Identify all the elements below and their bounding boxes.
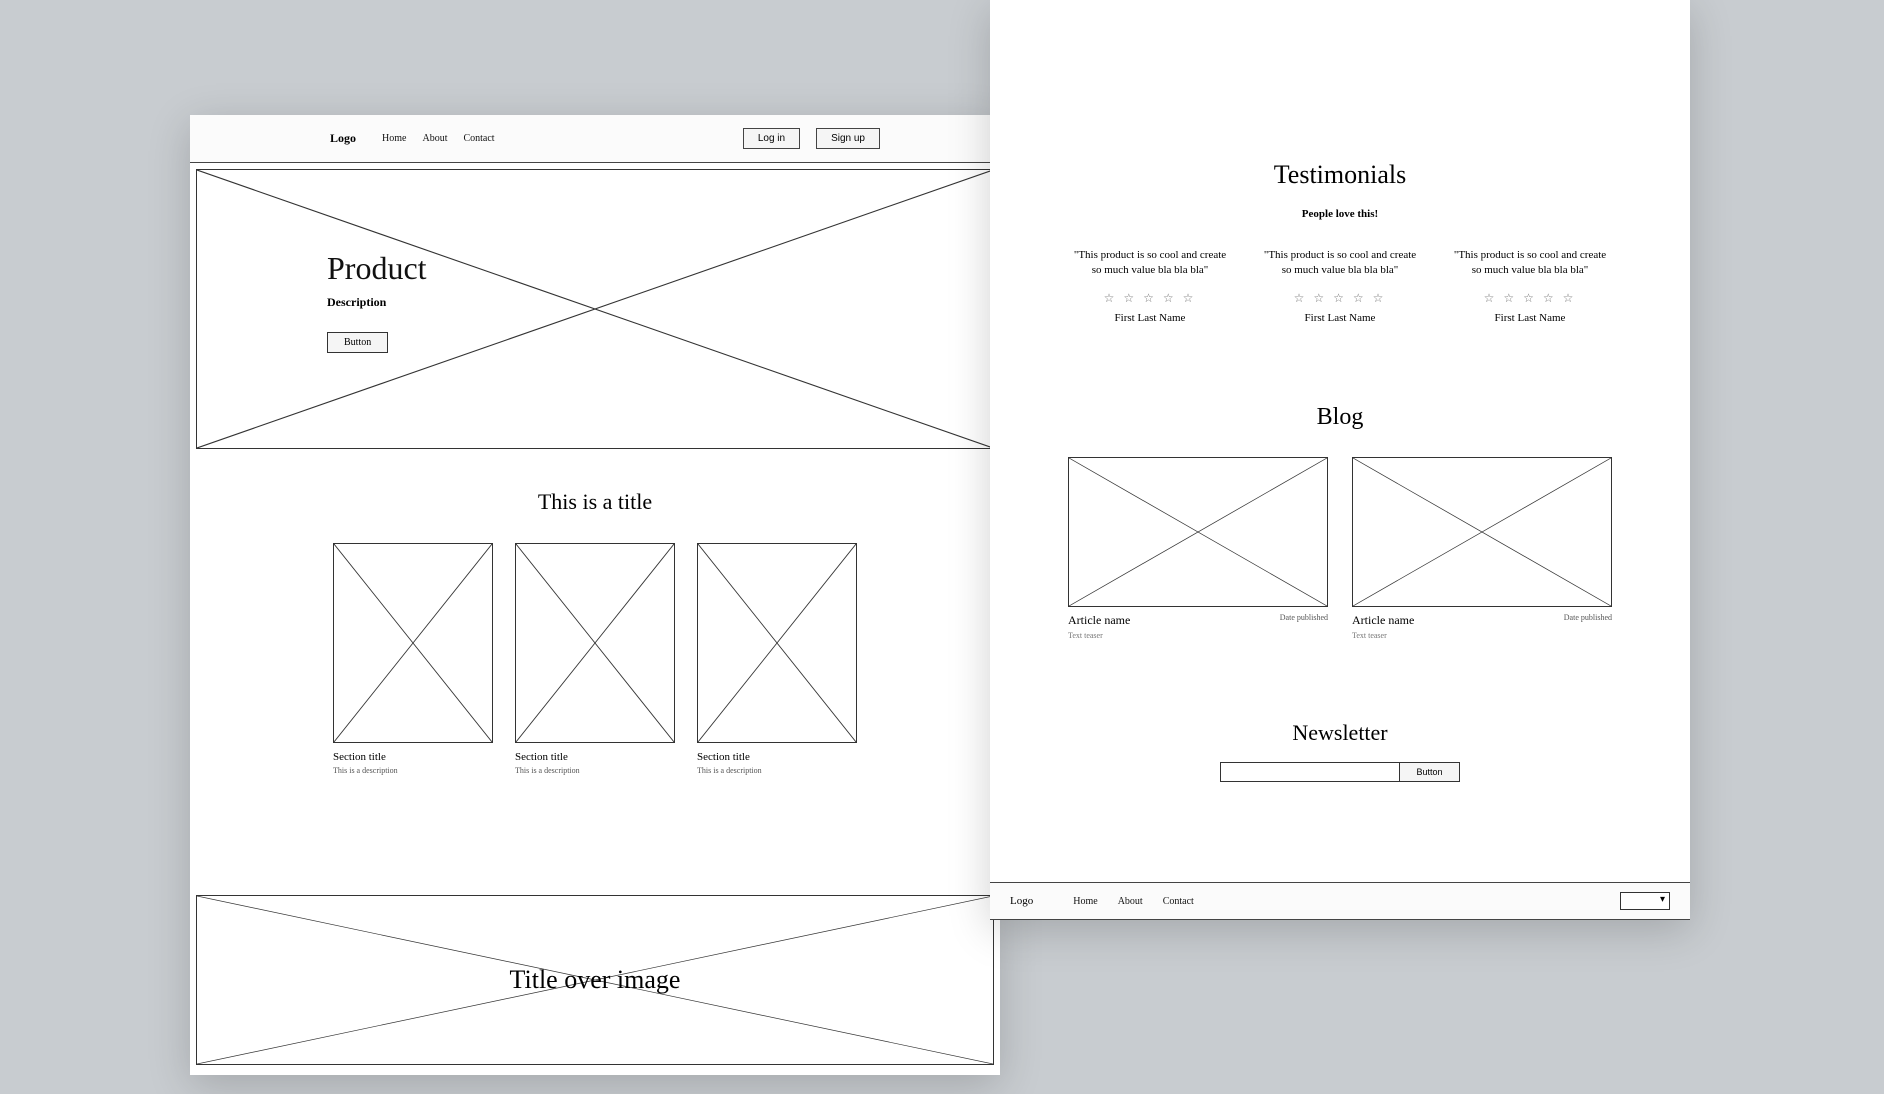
wireframe-page-2: Testimonials People love this! "This pro… [990,0,1690,920]
text-teaser: Text teaser [1068,631,1328,640]
login-button[interactable]: Log in [743,128,800,149]
testimonial-quote: "This product is so cool and create so m… [1260,248,1420,279]
testimonial-quote: "This product is so cool and create so m… [1070,248,1230,279]
banner-title: Title over image [197,896,993,1064]
image-placeholder [1068,457,1328,607]
testimonial-name: First Last Name [1260,312,1420,324]
text-teaser: Text teaser [1352,631,1612,640]
star-rating-icon: ☆ ☆ ☆ ☆ ☆ [1260,291,1420,306]
signup-button[interactable]: Sign up [816,128,880,149]
testimonial-quote: "This product is so cool and create so m… [1450,248,1610,279]
banner-image-placeholder: Title over image [196,895,994,1065]
blog-item[interactable]: Article name Date published Text teaser [1068,457,1328,640]
image-placeholder [1352,457,1612,607]
newsletter-section: Newsletter Button [990,670,1690,862]
image-placeholder [515,543,675,743]
card-title: Section title [515,751,675,763]
testimonials-subtitle: People love this! [1020,208,1660,220]
card-title: Section title [333,751,493,763]
card-title: Section title [697,751,857,763]
footer-dropdown[interactable] [1620,892,1670,910]
hero-button[interactable]: Button [327,332,388,353]
newsletter-title: Newsletter [1020,720,1660,746]
star-rating-icon: ☆ ☆ ☆ ☆ ☆ [1450,291,1610,306]
article-name: Article name [1352,613,1414,628]
date-published: Date published [1564,613,1612,628]
footer-link-about[interactable]: About [1118,896,1143,907]
hero-title: Product [327,250,427,287]
article-name: Article name [1068,613,1130,628]
nav-link-about[interactable]: About [422,133,447,144]
feature-card: Section title This is a description [515,543,675,775]
newsletter-button[interactable]: Button [1399,762,1459,782]
card-description: This is a description [515,766,675,775]
footer: Logo Home About Contact [990,882,1690,920]
hero-image-placeholder: Product Description Button [196,169,994,449]
wireframe-page-1: Logo Home About Contact Log in Sign up P… [190,115,1000,1075]
nav-link-home[interactable]: Home [382,133,406,144]
testimonials-title: Testimonials [1020,160,1660,190]
section-title: This is a title [330,489,860,515]
feature-card: Section title This is a description [697,543,857,775]
footer-logo: Logo [1010,895,1033,907]
blog-title: Blog [1020,404,1660,431]
testimonial-item: "This product is so cool and create so m… [1260,248,1420,324]
blog-item[interactable]: Article name Date published Text teaser [1352,457,1612,640]
hero-description: Description [327,295,427,310]
testimonial-name: First Last Name [1450,312,1610,324]
testimonial-name: First Last Name [1070,312,1230,324]
testimonials-section: Testimonials People love this! "This pro… [990,0,1690,354]
testimonial-item: "This product is so cool and create so m… [1070,248,1230,324]
footer-link-home[interactable]: Home [1073,896,1097,907]
card-description: This is a description [697,766,857,775]
blog-section: Blog Article name Date published Text te… [990,354,1690,670]
nav-link-contact[interactable]: Contact [463,133,494,144]
testimonial-item: "This product is so cool and create so m… [1450,248,1610,324]
newsletter-input[interactable] [1220,762,1400,782]
star-rating-icon: ☆ ☆ ☆ ☆ ☆ [1070,291,1230,306]
date-published: Date published [1280,613,1328,628]
logo: Logo [330,131,356,146]
image-placeholder [333,543,493,743]
top-nav: Logo Home About Contact Log in Sign up [190,115,1000,163]
card-description: This is a description [333,766,493,775]
feature-card: Section title This is a description [333,543,493,775]
features-section: This is a title Section title This is a … [190,449,1000,825]
image-placeholder [697,543,857,743]
footer-link-contact[interactable]: Contact [1163,896,1194,907]
